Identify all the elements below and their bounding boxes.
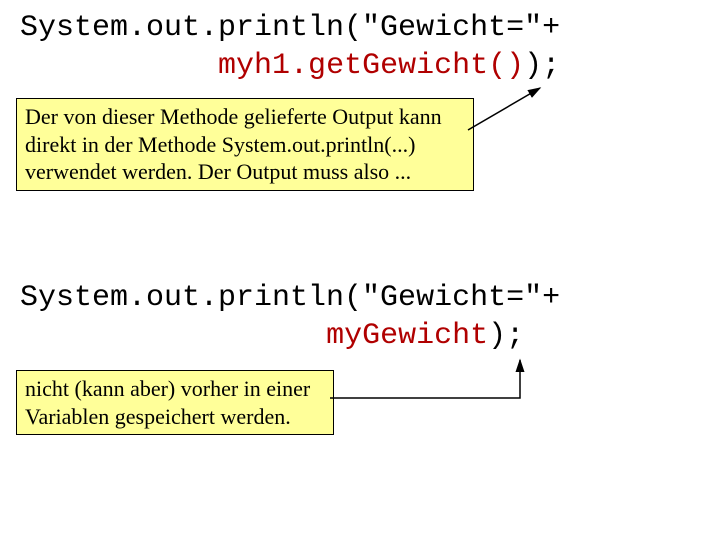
arrow-2 <box>0 0 720 540</box>
